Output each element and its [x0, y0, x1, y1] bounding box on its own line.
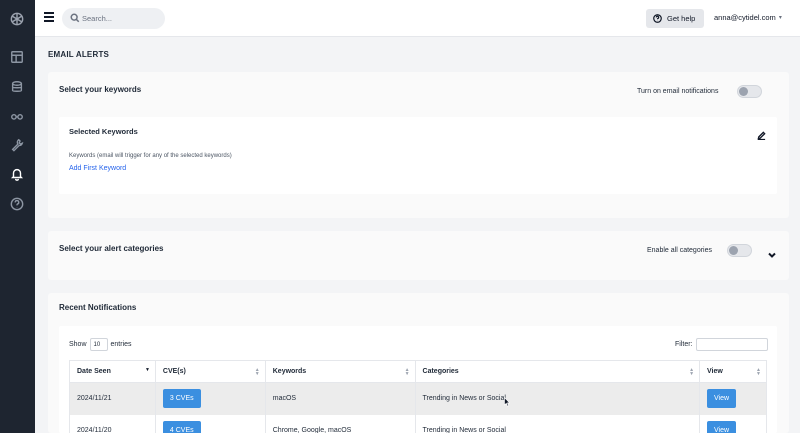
enable-categories-label: Enable all categories	[647, 247, 712, 254]
categories-section-title: Select your alert categories	[59, 244, 164, 253]
mouse-cursor-icon	[504, 397, 510, 407]
enable-categories-toggle[interactable]	[727, 244, 752, 257]
email-notifications-toggle[interactable]	[737, 85, 762, 98]
sidebar	[0, 0, 35, 433]
table-row: 2024/11/20 4 CVEs Chrome, Google, macOS …	[69, 414, 767, 433]
column-header-keywords[interactable]: Keywords ▲ ▼	[264, 360, 416, 383]
glasses-icon[interactable]	[9, 108, 25, 124]
cves-button[interactable]: 3 CVEs	[162, 389, 201, 409]
filter-label: Filter:	[675, 341, 693, 348]
column-header-categories[interactable]: Categories ▲ ▼	[414, 360, 701, 383]
table-row: 2024/11/21 3 CVEs macOS Trending in News…	[69, 382, 767, 415]
database-icon[interactable]	[9, 79, 25, 95]
top-bar: Get help anna@cytidel.com ▾	[35, 0, 800, 37]
view-button[interactable]: View	[707, 389, 737, 409]
cves-button[interactable]: 4 CVEs	[162, 421, 201, 433]
cell-date: 2024/11/21	[69, 382, 156, 415]
sort-icon: ▲ ▼	[254, 367, 260, 377]
categories-card	[48, 231, 789, 280]
get-help-label: Get help	[667, 14, 696, 23]
search-box[interactable]	[62, 8, 165, 29]
notifications-table: Date Seen ▼ CVE(s) ▲ ▼ Keywords ▲ ▼ Categorie…	[69, 360, 767, 433]
chevron-down-icon: ▾	[778, 15, 782, 21]
sort-icon: ▲ ▼	[404, 367, 410, 377]
cell-date: 2024/11/20	[69, 414, 156, 433]
search-icon	[70, 13, 80, 23]
edit-icon[interactable]	[757, 127, 766, 141]
sort-icon: ▲ ▼	[689, 367, 695, 377]
show-entries-control: Show 10 entries	[69, 338, 132, 351]
menu-icon[interactable]	[44, 12, 54, 22]
selected-keywords-title: Selected Keywords	[69, 127, 138, 136]
cell-keywords: macOS	[264, 382, 416, 415]
page-title: EMAIL ALERTS	[48, 50, 110, 59]
expand-categories-icon[interactable]	[768, 246, 776, 258]
view-button[interactable]: View	[707, 421, 737, 433]
search-input[interactable]	[82, 11, 160, 26]
column-header-date-seen[interactable]: Date Seen ▼	[69, 360, 156, 383]
filter-input[interactable]	[695, 338, 768, 351]
get-help-button[interactable]: Get help	[646, 9, 704, 28]
add-first-keyword-link[interactable]: Add First Keyword	[69, 165, 126, 172]
help-circle-icon	[653, 14, 662, 23]
entries-select[interactable]: 10	[89, 338, 108, 351]
entries-label: entries	[110, 341, 132, 348]
sort-desc-icon: ▼	[144, 367, 150, 373]
sort-icon: ▲ ▼	[756, 367, 761, 377]
cell-keywords: Chrome, Google, macOS	[264, 414, 416, 433]
wrench-icon[interactable]	[9, 137, 25, 153]
show-label: Show	[69, 341, 87, 348]
column-header-view[interactable]: View ▲ ▼	[699, 360, 767, 383]
cell-categories: Trending in News or Social	[414, 414, 701, 433]
email-notifications-label: Turn on email notifications	[637, 88, 719, 95]
keywords-hint: Keywords (email will trigger for any of …	[69, 153, 232, 159]
help-icon[interactable]	[9, 196, 25, 212]
logo-icon[interactable]	[9, 11, 25, 27]
keywords-section-title: Select your keywords	[59, 85, 142, 94]
bell-icon[interactable]	[9, 166, 25, 182]
column-header-cves[interactable]: CVE(s) ▲ ▼	[154, 360, 266, 383]
dashboard-icon[interactable]	[9, 49, 25, 65]
filter-control: Filter:	[675, 338, 768, 351]
user-email: anna@cytidel.com	[714, 13, 776, 22]
notifications-title: Recent Notifications	[59, 303, 137, 312]
user-menu[interactable]: anna@cytidel.com ▾	[714, 13, 782, 22]
cell-categories: Trending in News or Social	[414, 382, 701, 415]
